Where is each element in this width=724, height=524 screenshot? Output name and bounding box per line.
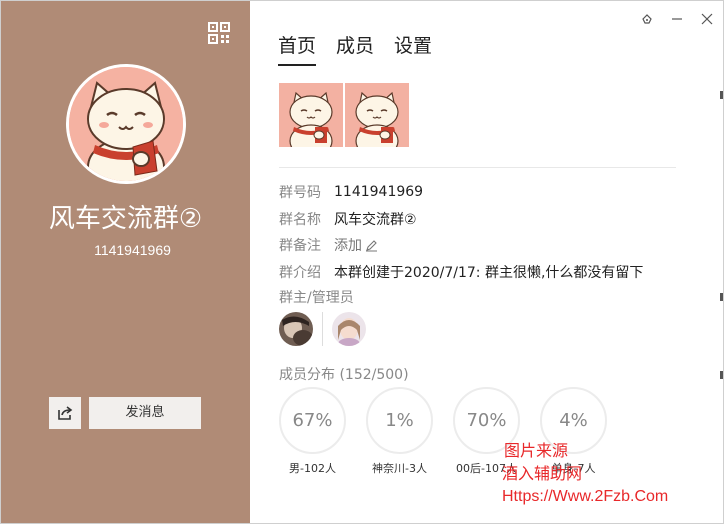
- tab-bar: 首页 成员 设置: [278, 31, 432, 66]
- watermark-line: 酒入辅助网: [502, 464, 583, 483]
- info-row-group-remark: 群备注 添加: [279, 232, 643, 259]
- group-name-title: 风车交流群②: [48, 204, 203, 234]
- group-info-panel: 首页 成员 设置 群号码 1141941969 群名称 风车交流群② 群备注 添…: [250, 1, 723, 523]
- profile-header-panel: 风车交流群② 1141941969 发消息: [1, 1, 250, 523]
- distribution-caption: 神奈川-3人: [372, 462, 427, 475]
- group-info-list: 群号码 1141941969 群名称 风车交流群② 群备注 添加 群介绍 本群创…: [279, 179, 643, 285]
- send-message-button[interactable]: 发消息: [89, 397, 201, 429]
- share-button[interactable]: [49, 397, 81, 429]
- watermark-url: Https://Www.2Fzb.Com: [502, 488, 669, 505]
- admin-separator: [322, 312, 323, 346]
- divider: [279, 167, 676, 168]
- info-label: 群备注: [279, 238, 321, 255]
- distribution-item[interactable]: 1% 神奈川-3人: [366, 387, 453, 476]
- pencil-icon: [366, 239, 377, 252]
- close-icon[interactable]: [699, 11, 715, 27]
- info-label: 群介绍: [279, 264, 321, 281]
- pin-icon[interactable]: [639, 11, 655, 27]
- tab-home[interactable]: 首页: [278, 31, 317, 66]
- group-intro-value: 本群创建于2020/7/17: 群主很懒,什么都没有留下: [334, 264, 644, 281]
- owner-avatar[interactable]: [279, 312, 313, 346]
- admins-section-title: 群主/管理员: [279, 290, 354, 306]
- admins-list: [279, 312, 366, 346]
- album-photo[interactable]: [279, 83, 343, 147]
- group-number-value: 1141941969: [334, 184, 424, 201]
- add-remark-link[interactable]: 添加: [334, 235, 378, 255]
- window-edge-mark: [720, 293, 723, 301]
- distribution-percent: 1%: [366, 387, 433, 454]
- info-row-group-intro: 群介绍 本群创建于2020/7/17: 群主很懒,什么都没有留下: [279, 259, 643, 286]
- watermark-line: 图片来源: [504, 441, 569, 460]
- distribution-percent: 67%: [279, 387, 346, 454]
- tab-settings[interactable]: 设置: [394, 31, 432, 66]
- info-label: 群号码: [279, 185, 321, 202]
- share-icon: [58, 406, 73, 420]
- qr-code-icon[interactable]: [208, 22, 230, 44]
- album-photo[interactable]: [345, 83, 409, 147]
- group-profile-window: 风车交流群② 1141941969 发消息 首页 成员 设置 群号码 11419…: [0, 0, 724, 524]
- add-remark-label: 添加: [334, 238, 362, 255]
- minimize-icon[interactable]: [669, 11, 685, 27]
- tab-members[interactable]: 成员: [336, 31, 374, 66]
- distribution-caption: 男-102人: [289, 462, 336, 475]
- info-label: 群名称: [279, 211, 321, 228]
- group-id-text: 1141941969: [94, 242, 171, 258]
- watermark: 图片来源 酒入辅助网 Https://Www.2Fzb.Com: [502, 439, 668, 508]
- member-distribution-title: 成员分布 (152/500): [279, 367, 409, 383]
- window-edge-mark: [720, 371, 723, 379]
- group-name-value: 风车交流群②: [334, 211, 417, 228]
- info-row-group-number: 群号码 1141941969: [279, 179, 643, 206]
- info-row-group-name: 群名称 风车交流群②: [279, 206, 643, 233]
- distribution-item[interactable]: 67% 男-102人: [279, 387, 366, 476]
- group-album: [279, 83, 409, 147]
- group-avatar[interactable]: [66, 64, 186, 184]
- window-edge-mark: [720, 91, 723, 99]
- admin-avatar[interactable]: [332, 312, 366, 346]
